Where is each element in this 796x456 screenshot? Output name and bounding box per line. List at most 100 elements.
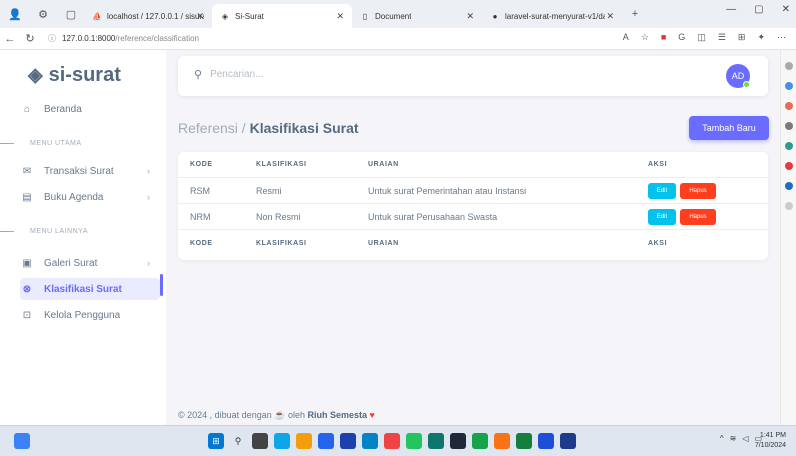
classification-icon: ⊗ <box>22 283 32 295</box>
collections-icon[interactable]: ⊞ <box>738 32 746 43</box>
sheets-icon[interactable] <box>516 433 532 449</box>
table-row: RSM Resmi Untuk surat Pemerintahan atau … <box>178 178 768 204</box>
avatar[interactable]: AD <box>726 64 750 88</box>
column-header: AKSI <box>648 239 668 247</box>
new-tab-icon[interactable]: + <box>626 5 644 23</box>
sidebar-item-klasifikasi-surat[interactable]: ⊗ Klasifikasi Surat <box>20 278 160 300</box>
tab-phpmyadmin[interactable]: ⛵ localhost / 127.0.0.1 / sisurat / cc ✕ <box>84 4 212 28</box>
close-tab-icon[interactable]: ✕ <box>336 11 344 22</box>
classification-table: KODE KLASIFIKASI URAIAN AKSI RSM Resmi U… <box>178 152 768 260</box>
vs-icon[interactable] <box>538 433 554 449</box>
taskbar-search-icon[interactable]: ⚲ <box>230 433 246 449</box>
copilot-icon[interactable]: G <box>678 32 685 43</box>
chrome-icon[interactable] <box>384 433 400 449</box>
sidebar-item-kelola-pengguna[interactable]: ⊡ Kelola Pengguna <box>20 304 160 326</box>
refresh-icon[interactable]: ↻ <box>20 32 40 45</box>
close-tab-icon[interactable]: ✕ <box>196 11 204 22</box>
gem-icon: ◈ <box>28 65 43 86</box>
column-header: URAIAN <box>368 239 399 247</box>
vscode-icon[interactable] <box>318 433 334 449</box>
clock[interactable]: 1:41 PM 7/10/2024 <box>755 431 786 451</box>
outlook-sidebar-icon[interactable] <box>784 182 793 190</box>
task-view-icon[interactable] <box>252 433 268 449</box>
split-screen-icon[interactable]: ◫ <box>697 32 706 43</box>
brand-name: si-surat <box>48 64 121 86</box>
start-icon[interactable]: ⊞ <box>208 433 224 449</box>
games-sidebar-icon[interactable] <box>784 142 793 150</box>
column-header: KLASIFIKASI <box>256 239 307 247</box>
sidebar-item-label: Transaksi Surat <box>44 165 114 177</box>
column-header: KLASIFIKASI <box>256 161 307 168</box>
sidebar-item-label: Beranda <box>44 103 82 115</box>
add-sidebar-icon[interactable] <box>784 202 793 210</box>
github-icon: ● <box>492 11 498 21</box>
close-window-icon[interactable]: ✕ <box>782 4 790 15</box>
user-icon: ⊡ <box>22 309 32 321</box>
whatsapp-icon[interactable] <box>406 433 422 449</box>
sidebar-item-transaksi-surat[interactable]: ✉ Transaksi Surat › <box>20 160 160 182</box>
mail-app-icon[interactable] <box>362 433 378 449</box>
tab-document[interactable]: ▯ Document ✕ <box>352 4 482 28</box>
office-sidebar-icon[interactable] <box>784 162 793 170</box>
restore-icon[interactable]: ▢ <box>754 4 763 15</box>
search-input[interactable]: ⚲ Pencarian... <box>194 68 263 81</box>
word-icon[interactable] <box>560 433 576 449</box>
extensions-puzzle-icon[interactable]: ✦ <box>757 32 765 43</box>
edit-button[interactable]: Edit <box>648 208 676 225</box>
tools-sidebar-icon[interactable] <box>784 122 793 130</box>
file-explorer-icon[interactable] <box>296 433 312 449</box>
sidebar-item-buku-agenda[interactable]: ▤ Buku Agenda › <box>20 186 160 208</box>
minimize-icon[interactable]: — <box>726 4 736 15</box>
search-icon: ⚲ <box>194 69 203 81</box>
page-content: ◈ si-surat ⌂ Beranda MENU UTAMA ✉ Transa… <box>0 50 780 425</box>
add-new-button[interactable]: Tambah Baru <box>689 116 769 140</box>
app-icon[interactable] <box>340 433 356 449</box>
table-header: KODE KLASIFIKASI URAIAN AKSI <box>178 152 768 178</box>
back-icon[interactable]: ← <box>0 33 20 45</box>
chevron-right-icon: › <box>147 258 150 268</box>
info-icon: ⓘ <box>48 34 56 43</box>
chevron-up-icon[interactable]: ^ <box>720 434 724 443</box>
read-aloud-icon[interactable]: A <box>623 32 629 43</box>
more-icon[interactable]: ⋯ <box>777 32 786 43</box>
brand-logo[interactable]: ◈ si-surat <box>28 64 121 87</box>
sidebar-item-beranda[interactable]: ⌂ Beranda <box>20 98 160 120</box>
terminal-icon[interactable] <box>450 433 466 449</box>
spotify-icon[interactable] <box>472 433 488 449</box>
sidebar-item-galeri-surat[interactable]: ▣ Galeri Surat › <box>20 252 160 274</box>
coffee-icon: ☕ <box>274 410 286 420</box>
search-placeholder: Pencarian... <box>210 69 264 80</box>
url-field[interactable]: ⓘ 127.0.0.1:8000/reference/classificatio… <box>48 33 199 44</box>
workspaces-icon[interactable]: ⚙ <box>34 5 52 23</box>
delete-button[interactable]: Hapus <box>680 208 716 225</box>
extension-icon[interactable]: ■ <box>661 32 666 43</box>
online-status-dot <box>743 81 750 88</box>
shopping-sidebar-icon[interactable] <box>784 102 793 110</box>
close-tab-icon[interactable]: ✕ <box>466 11 474 22</box>
browser-window: 👤 ⚙ ▢ ⛵ localhost / 127.0.0.1 / sisurat … <box>0 0 796 425</box>
excel-icon[interactable] <box>428 433 444 449</box>
tab-si-surat[interactable]: ◈ Si-Surat ✕ <box>212 4 352 28</box>
tab-actions-icon[interactable]: ▢ <box>62 5 80 23</box>
edit-button[interactable]: Edit <box>648 182 676 199</box>
widgets-icon[interactable] <box>14 433 30 449</box>
footer-author[interactable]: Riuh Semesta <box>308 410 368 420</box>
column-header: URAIAN <box>368 161 399 168</box>
navbar: ⚲ Pencarian... AD <box>178 56 768 96</box>
tab-title: Document <box>375 11 412 21</box>
favorites-icon[interactable]: ☰ <box>718 32 726 43</box>
tab-github[interactable]: ● laravel-surat-menyurat-v1/datab ✕ <box>482 4 622 28</box>
close-tab-icon[interactable]: ✕ <box>606 11 614 22</box>
column-header: KODE <box>190 161 213 168</box>
volume-icon[interactable]: ◁ <box>742 434 748 443</box>
copilot-sidebar-icon[interactable] <box>784 82 793 90</box>
favorite-star-icon[interactable]: ☆ <box>641 32 649 43</box>
edge-icon[interactable] <box>274 433 290 449</box>
xampp-icon[interactable] <box>494 433 510 449</box>
wifi-icon[interactable]: ≋ <box>730 434 737 443</box>
avatar-initials: AD <box>731 71 745 81</box>
search-sidebar-icon[interactable] <box>784 62 793 70</box>
profile-icon[interactable]: 👤 <box>6 5 24 23</box>
edge-sidebar <box>780 50 796 425</box>
delete-button[interactable]: Hapus <box>680 182 716 199</box>
